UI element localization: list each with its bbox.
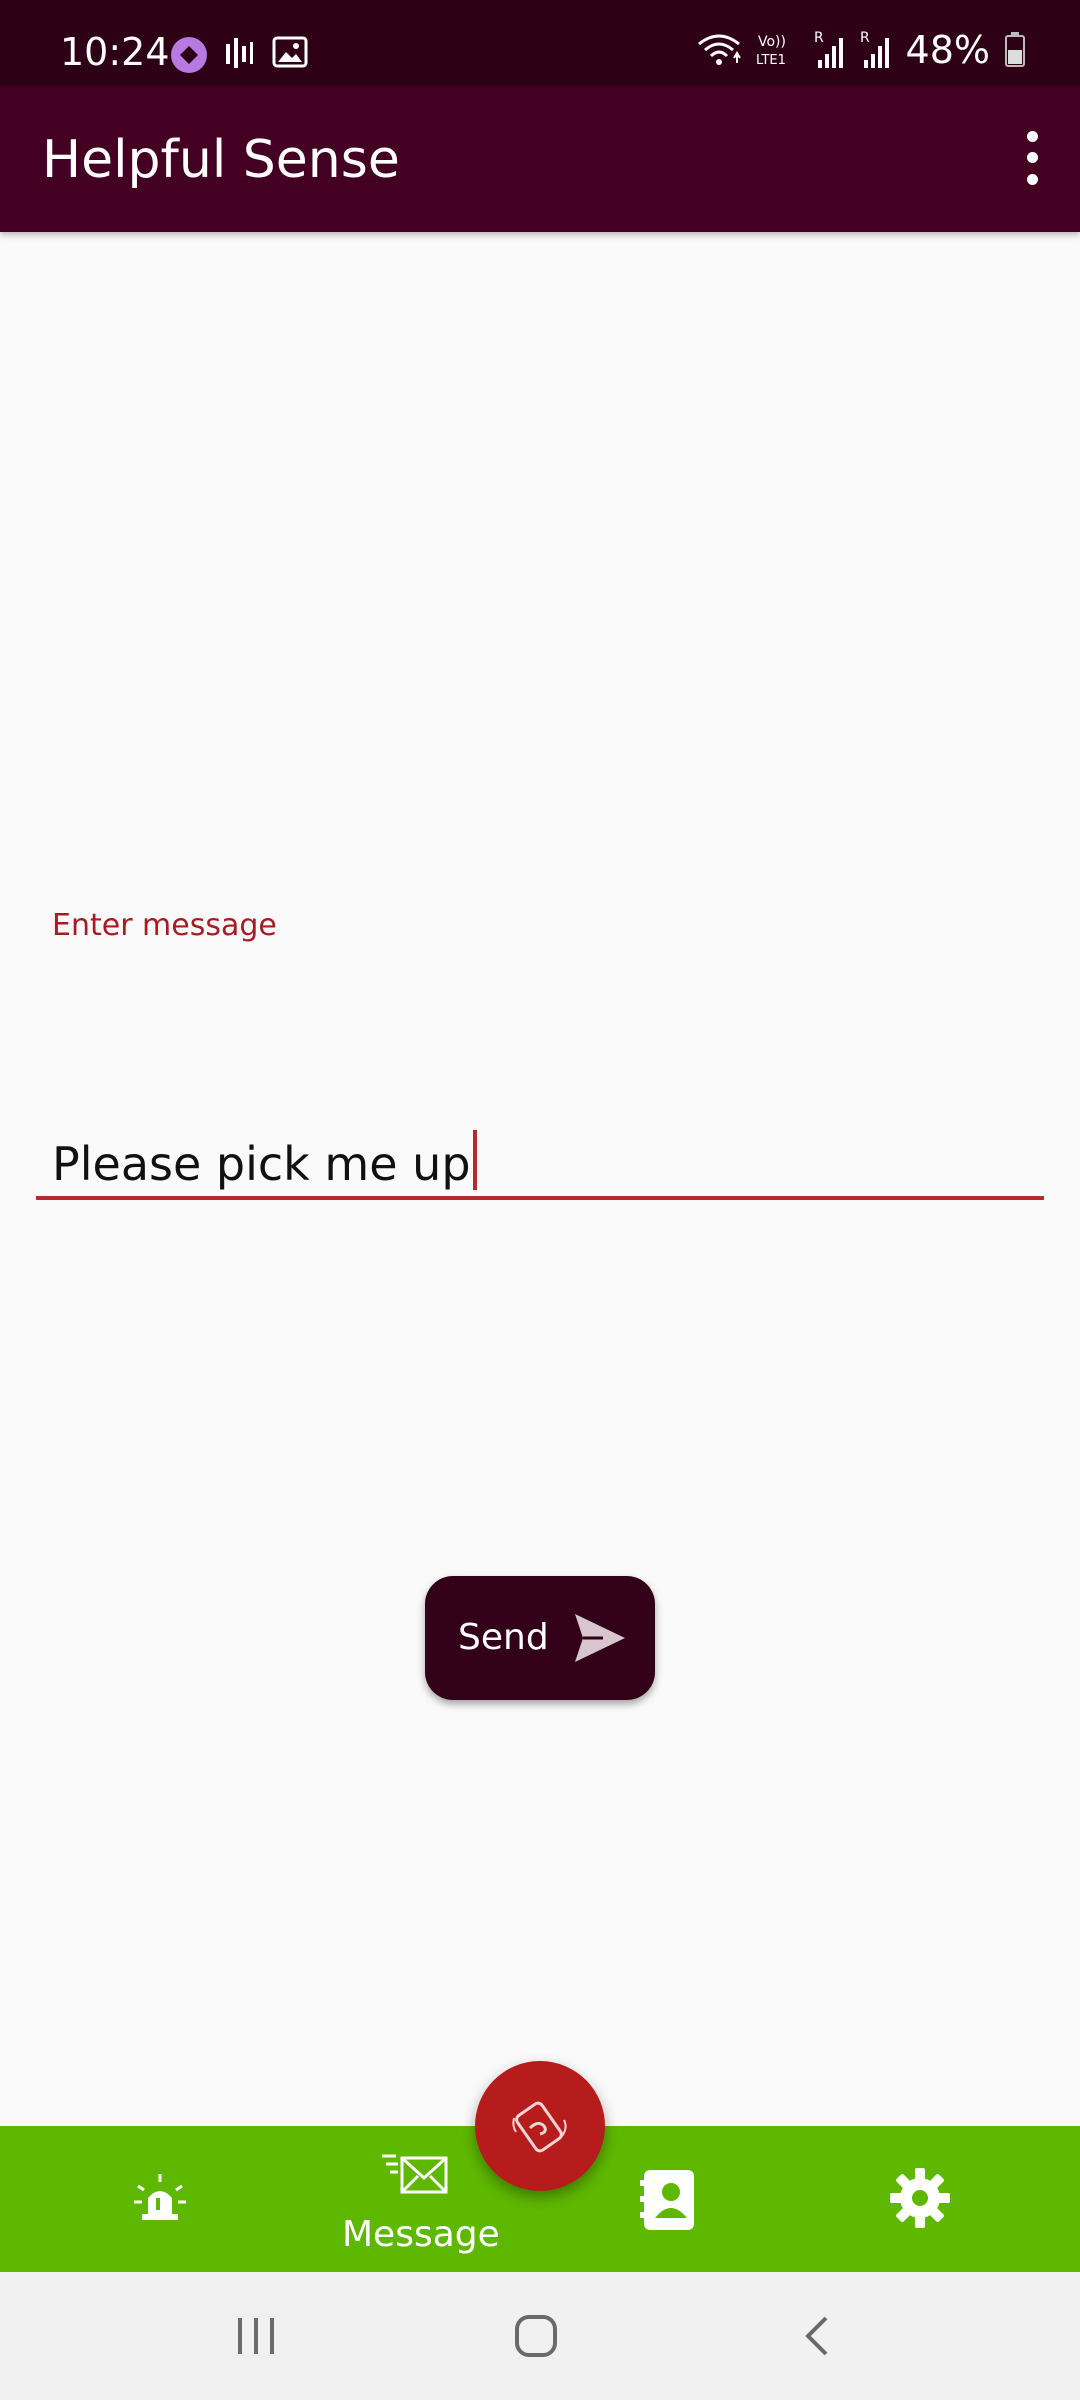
nav-item-alert[interactable] — [100, 2126, 220, 2272]
battery-icon — [1005, 32, 1025, 67]
volte-lte-icon: Vo)) LTE1 — [756, 34, 786, 68]
home-icon[interactable] — [514, 2314, 558, 2358]
wave-hand-phone-icon — [512, 2101, 567, 2153]
message-input-value[interactable]: Please pick me up — [52, 1130, 477, 1191]
messenger-app-icon — [171, 37, 207, 73]
nav-item-settings[interactable] — [860, 2126, 980, 2272]
siren-alert-icon — [134, 2174, 186, 2220]
status-right-group: Vo)) LTE1 R R 48% — [696, 28, 1026, 72]
status-time: 10:24 — [60, 30, 170, 74]
wifi-icon — [697, 34, 741, 65]
svg-text:LTE1: LTE1 — [756, 53, 786, 68]
signal-sim2-icon: R — [860, 30, 889, 68]
system-navigation-bar — [0, 2272, 1080, 2400]
svg-text:R: R — [814, 30, 824, 46]
send-button[interactable]: Send — [425, 1576, 655, 1700]
gear-icon — [890, 2168, 950, 2228]
gallery-icon — [272, 36, 308, 68]
message-input-label: Enter message — [52, 908, 277, 943]
nav-item-message-label: Message — [342, 2214, 500, 2255]
voice-app-icon — [226, 38, 253, 68]
text-caret — [472, 1130, 477, 1190]
message-input[interactable]: Please pick me up — [36, 1120, 1044, 1200]
svg-text:R: R — [860, 30, 870, 46]
status-bar: 10:24 Vo)) LTE1 R R 48% — [0, 0, 1080, 86]
back-icon[interactable] — [802, 2314, 832, 2358]
svg-text:Vo)): Vo)) — [758, 34, 786, 50]
app-bar: Helpful Sense — [0, 86, 1080, 232]
more-vert-icon[interactable] — [1012, 126, 1052, 190]
nav-item-contacts[interactable] — [610, 2126, 730, 2272]
send-button-label: Send — [458, 1617, 549, 1658]
contacts-book-icon — [640, 2170, 694, 2230]
envelope-icon — [382, 2154, 448, 2194]
gesture-fab-button[interactable] — [475, 2061, 605, 2191]
recent-apps-icon[interactable] — [234, 2316, 278, 2356]
signal-sim1-icon: R — [814, 30, 843, 68]
send-icon — [575, 1614, 625, 1662]
app-title: Helpful Sense — [42, 130, 400, 190]
battery-percentage: 48% — [905, 28, 990, 72]
